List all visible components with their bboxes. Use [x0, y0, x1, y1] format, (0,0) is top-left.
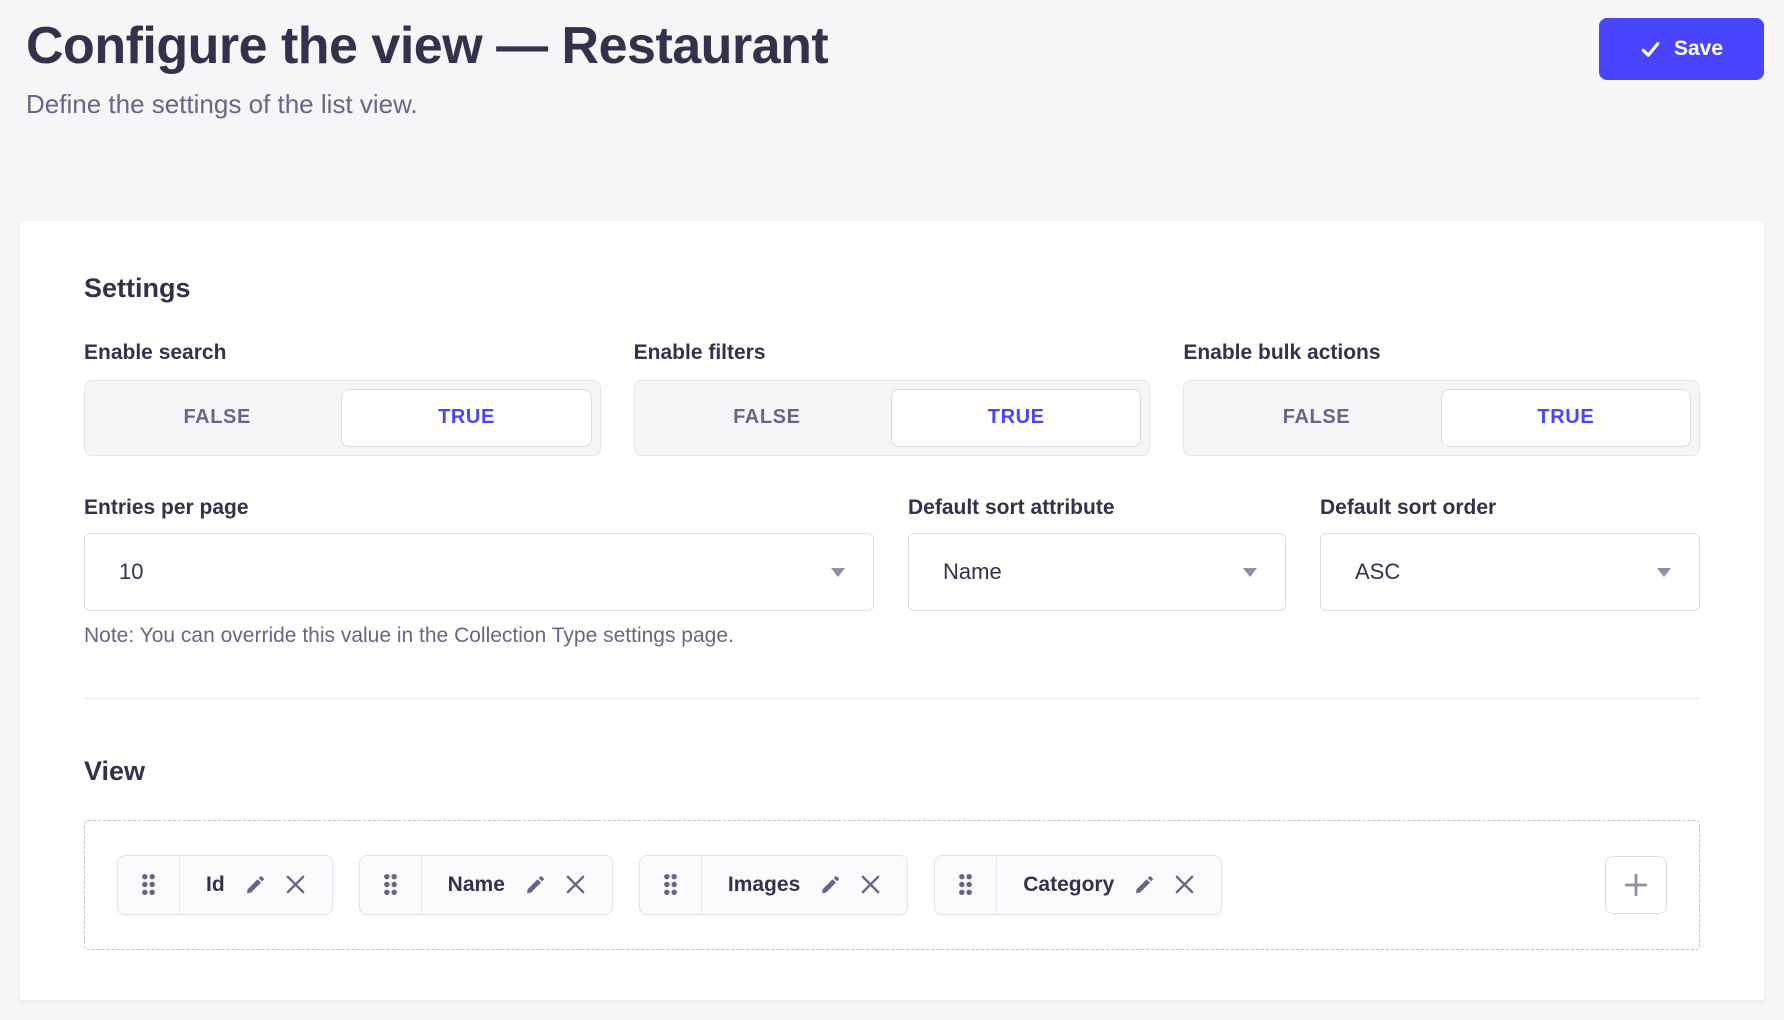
- field-chip-id: Id: [117, 855, 333, 915]
- pencil-icon[interactable]: [1134, 875, 1154, 895]
- view-fields-dropzone: Id Name: [84, 820, 1700, 950]
- close-icon[interactable]: [285, 874, 306, 895]
- default-sort-attribute-select[interactable]: Name: [908, 533, 1286, 611]
- add-field-button[interactable]: [1605, 856, 1667, 914]
- toggles-row: Enable search FALSE TRUE Enable filters …: [84, 341, 1700, 456]
- enable-search-field: Enable search FALSE TRUE: [84, 341, 601, 456]
- chevron-down-icon: [1657, 568, 1671, 577]
- page-header: Configure the view — Restaurant Define t…: [0, 0, 1784, 121]
- default-sort-order-value: ASC: [1355, 559, 1400, 585]
- check-icon: [1640, 39, 1661, 60]
- enable-bulk-actions-false-option[interactable]: FALSE: [1192, 389, 1440, 447]
- pencil-icon[interactable]: [525, 875, 545, 895]
- selects-row: Entries per page 10 Default sort attribu…: [84, 496, 1700, 611]
- pencil-icon[interactable]: [820, 875, 840, 895]
- default-sort-order-label: Default sort order: [1320, 496, 1700, 520]
- drag-handle-icon[interactable]: [935, 856, 997, 914]
- field-chip-label: Name: [448, 873, 505, 897]
- chevron-down-icon: [831, 568, 845, 577]
- field-chip-images: Images: [639, 855, 908, 915]
- entries-per-page-value: 10: [119, 559, 143, 585]
- page-subtitle: Define the settings of the list view.: [26, 89, 1758, 120]
- chevron-down-icon: [1243, 568, 1257, 577]
- drag-handle-icon[interactable]: [640, 856, 702, 914]
- enable-bulk-actions-true-option[interactable]: TRUE: [1441, 389, 1691, 447]
- enable-search-false-option[interactable]: FALSE: [93, 389, 341, 447]
- enable-filters-false-option[interactable]: FALSE: [643, 389, 891, 447]
- pencil-icon[interactable]: [245, 875, 265, 895]
- save-button[interactable]: Save: [1599, 18, 1764, 80]
- default-sort-attribute-label: Default sort attribute: [908, 496, 1286, 520]
- close-icon[interactable]: [1174, 874, 1195, 895]
- field-chip-body: Name: [422, 856, 612, 914]
- entries-per-page-label: Entries per page: [84, 496, 874, 520]
- default-sort-attribute-field: Default sort attribute Name: [908, 496, 1286, 611]
- settings-card: Settings Enable search FALSE TRUE Enable…: [20, 221, 1764, 1000]
- section-divider: [84, 698, 1700, 699]
- drag-handle-icon[interactable]: [118, 856, 180, 914]
- default-sort-order-select[interactable]: ASC: [1320, 533, 1700, 611]
- settings-section-heading: Settings: [84, 273, 1700, 304]
- close-icon[interactable]: [565, 874, 586, 895]
- enable-filters-field: Enable filters FALSE TRUE: [634, 341, 1151, 456]
- enable-filters-true-option[interactable]: TRUE: [891, 389, 1141, 447]
- field-chip-label: Category: [1023, 873, 1114, 897]
- page-title: Configure the view — Restaurant: [26, 16, 1758, 77]
- entries-per-page-note: Note: You can override this value in the…: [84, 624, 1700, 648]
- default-sort-order-field: Default sort order ASC: [1320, 496, 1700, 611]
- entries-per-page-field: Entries per page 10: [84, 496, 874, 611]
- enable-filters-label: Enable filters: [634, 341, 1151, 365]
- default-sort-attribute-value: Name: [943, 559, 1002, 585]
- enable-bulk-actions-label: Enable bulk actions: [1183, 341, 1700, 365]
- enable-bulk-actions-field: Enable bulk actions FALSE TRUE: [1183, 341, 1700, 456]
- enable-bulk-actions-toggle: FALSE TRUE: [1183, 380, 1700, 456]
- field-chip-category: Category: [934, 855, 1222, 915]
- field-chip-label: Id: [206, 873, 225, 897]
- field-chip-name: Name: [359, 855, 613, 915]
- field-chip-label: Images: [728, 873, 800, 897]
- enable-filters-toggle: FALSE TRUE: [634, 380, 1151, 456]
- entries-per-page-select[interactable]: 10: [84, 533, 874, 611]
- enable-search-true-option[interactable]: TRUE: [341, 389, 591, 447]
- close-icon[interactable]: [860, 874, 881, 895]
- view-section-heading: View: [84, 756, 1700, 787]
- save-button-label: Save: [1674, 37, 1723, 61]
- field-chip-body: Id: [180, 856, 332, 914]
- enable-search-toggle: FALSE TRUE: [84, 380, 601, 456]
- plus-icon: [1622, 871, 1650, 899]
- enable-search-label: Enable search: [84, 341, 601, 365]
- field-chip-body: Images: [702, 856, 907, 914]
- drag-handle-icon[interactable]: [360, 856, 422, 914]
- field-chip-body: Category: [997, 856, 1221, 914]
